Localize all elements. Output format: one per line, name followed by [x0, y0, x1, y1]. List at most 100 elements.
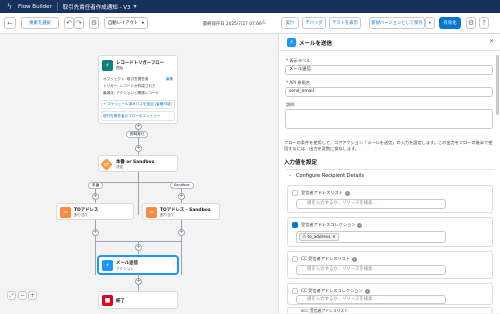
undo-button[interactable]: ↶ [64, 17, 74, 29]
flow-canvas[interactable]: ⚡ レコードトリガーフロー 開始 オブジェクト: 取引先責任者 編集 トリガー:… [0, 34, 278, 313]
resource-chip[interactable]: ⁂ to_address ✕ [299, 233, 339, 241]
include-toggle[interactable] [292, 256, 298, 262]
action-icon: ⚡ [102, 260, 113, 271]
assignment-card-sandbox[interactable]: = TOアドレス - Sandbox 割り当て [142, 203, 220, 220]
api-name-input[interactable]: send_email [285, 87, 493, 97]
assignment-sandbox-subtitle: 割り当て [160, 213, 175, 217]
decision-card[interactable]: ⇄ 本番 or Sandbox 決定 [98, 155, 178, 172]
activate-button[interactable]: 有効化 [439, 17, 461, 29]
field-label: 受信者アドレスリスト i [301, 190, 350, 196]
cc-address-collection-input[interactable]: 値を入力するか、リソースを検索... [296, 295, 446, 304]
field-label: CC 受信者アドレスコレクション i [301, 288, 370, 294]
record-trigger-icon: ⚡ [102, 60, 113, 71]
add-element-button[interactable]: + [135, 123, 142, 130]
include-toggle[interactable] [292, 190, 298, 196]
display-label-input[interactable]: メール送信 [285, 65, 493, 75]
recipient-address-list-input[interactable]: 値を入力するか、リソースを検索... [296, 199, 446, 209]
app-name: Flow Builder [18, 3, 52, 10]
entry-path-pill: 即時実行 [126, 131, 149, 138]
zoom-out-button[interactable]: − [18, 291, 27, 300]
include-toggle[interactable] [292, 288, 298, 294]
header-divider [56, 2, 58, 11]
app-header: ϟ Flow Builder 取引先責任者作成通知 - V3 ▾ [0, 0, 500, 13]
action-icon: ⚡ [287, 38, 296, 47]
redo-icon: ↷ [76, 19, 82, 27]
action-subtitle: アクション [116, 267, 134, 271]
flow-entry-link[interactable]: 現行先責任者のフローのエントリー [103, 114, 161, 119]
end-title: 終了 [116, 299, 125, 304]
toolbar: ← 要素を選択 ↶ ↷ ⚙ 自動レイアウト ▾ 最終保存日 2025/7/27 0… [0, 13, 500, 34]
recipient-subsection-title[interactable]: Configure Recipient Details [296, 173, 364, 179]
start-subtitle: 開始 [116, 66, 124, 70]
recipient-address-collection-group: 受信者アドレスコレクション i ⁂ to_address ✕ [287, 217, 493, 247]
assignment-icon: = [60, 207, 71, 218]
layout-select[interactable]: 自動レイアウト ▾ [104, 17, 148, 29]
save-as-new-version-button[interactable]: 新規バージョンとして保存 [369, 17, 425, 29]
field-label: BCC 受信者アドレスリスト [301, 308, 349, 313]
bcc-address-list-group: BCC 受信者アドレスリスト [287, 307, 493, 313]
remove-icon[interactable]: ✕ [332, 234, 336, 239]
add-element-button[interactable]: + [178, 229, 185, 236]
chevron-down-icon[interactable]: ⌄ [288, 172, 292, 178]
assignment-icon: = [146, 207, 157, 218]
zoom-in-button[interactable]: + [28, 291, 37, 300]
settings-button[interactable]: ⚙ [466, 17, 476, 29]
add-element-button[interactable]: + [92, 229, 99, 236]
api-name-caption: * API 参照名 [286, 80, 310, 85]
input-section-title: 入力値を設定 [284, 160, 318, 166]
cc-address-list-input[interactable]: 値を入力するか、リソースを検索... [296, 265, 446, 275]
view-tests-button[interactable]: テストを表示 [329, 17, 361, 29]
help-button[interactable]: ? [479, 17, 489, 29]
add-element-button[interactable]: + [92, 193, 99, 200]
start-title: レコードトリガーフロー [116, 61, 165, 66]
start-edit-link[interactable]: 編集 [166, 77, 173, 82]
layout-select-label: 自動レイアウト [108, 21, 139, 26]
settings-button[interactable]: ⚙ [89, 17, 99, 29]
panel-scrollbar[interactable] [496, 55, 499, 115]
save-menu-button[interactable]: ▾ [425, 17, 435, 29]
start-element-card[interactable]: ⚡ レコードトリガーフロー 開始 オブジェクト: 取引先責任者 編集 トリガー:… [98, 55, 178, 124]
close-icon[interactable]: ✕ [489, 38, 494, 45]
info-icon[interactable]: i [357, 222, 363, 228]
debug-button[interactable]: デバッグ [302, 17, 326, 29]
flow-builder-logo-icon: ϟ [6, 2, 13, 11]
field-label: 受信者アドレスコレクション i [301, 222, 363, 228]
help-text: フローの条件を使用して、コアアクション「メールを送信」の入力を設定します。この出… [284, 140, 493, 151]
activate-label: 有効化 [443, 21, 457, 26]
debug-label: デバッグ [305, 21, 323, 26]
decision-icon: ⇄ [100, 158, 113, 171]
back-button[interactable]: ← [4, 17, 16, 29]
redo-button[interactable]: ↷ [74, 17, 84, 29]
flow-version-title[interactable]: 取引先責任者作成通知 - V3 [63, 3, 131, 11]
gear-icon: ⚙ [90, 19, 98, 27]
send-email-action-card[interactable]: ⚡ メール送信 アクション ⋮ [98, 256, 178, 274]
info-icon[interactable]: i [352, 256, 358, 262]
add-element-button[interactable]: + [135, 278, 142, 285]
chevron-down-icon: ▾ [428, 20, 432, 26]
decision-subtitle: 決定 [116, 165, 124, 169]
new-element-button[interactable]: 要素を選択 [21, 17, 59, 29]
display-label-caption: * 表示ラベル [286, 58, 311, 63]
fit-view-button[interactable]: ⤢ [7, 291, 16, 300]
description-textarea[interactable] [285, 109, 493, 129]
field-label: CC 受信者アドレスリスト i [301, 256, 358, 262]
start-optimize: 最適化: アクションと関連レコード [103, 91, 160, 95]
add-element-button[interactable]: + [135, 145, 142, 152]
cc-address-list-group: CC 受信者アドレスリストi ⌕ 値を入力するか、リソースを検索... [287, 251, 493, 279]
warning-icon[interactable]: ⚠ [261, 19, 266, 26]
cc-address-collection-group: CC 受信者アドレスコレクションi ⌕ 値を入力するか、リソースを検索... [287, 283, 493, 305]
info-icon[interactable]: i [344, 190, 350, 196]
assignment-card-to[interactable]: = TOアドレス 割り当て [56, 203, 134, 220]
run-button[interactable]: 実行 [281, 17, 299, 29]
start-object: オブジェクト: 取引先責任者 [103, 77, 149, 81]
undo-icon: ↶ [66, 19, 72, 27]
chevron-down-icon[interactable]: ▾ [134, 3, 137, 10]
include-toggle-checked[interactable] [292, 222, 298, 228]
info-icon[interactable]: i [364, 288, 370, 294]
end-card[interactable]: ■ 終了 [98, 291, 178, 309]
add-scheduled-path-link[interactable]: + スケジュール済みパスを追加 (省略可能) [103, 102, 172, 107]
more-actions-icon[interactable]: ⋮ [171, 261, 176, 267]
recipient-address-collection-input[interactable]: ⁂ to_address ✕ [296, 231, 446, 243]
add-element-button[interactable]: + [135, 244, 142, 251]
add-element-button[interactable]: + [178, 193, 185, 200]
